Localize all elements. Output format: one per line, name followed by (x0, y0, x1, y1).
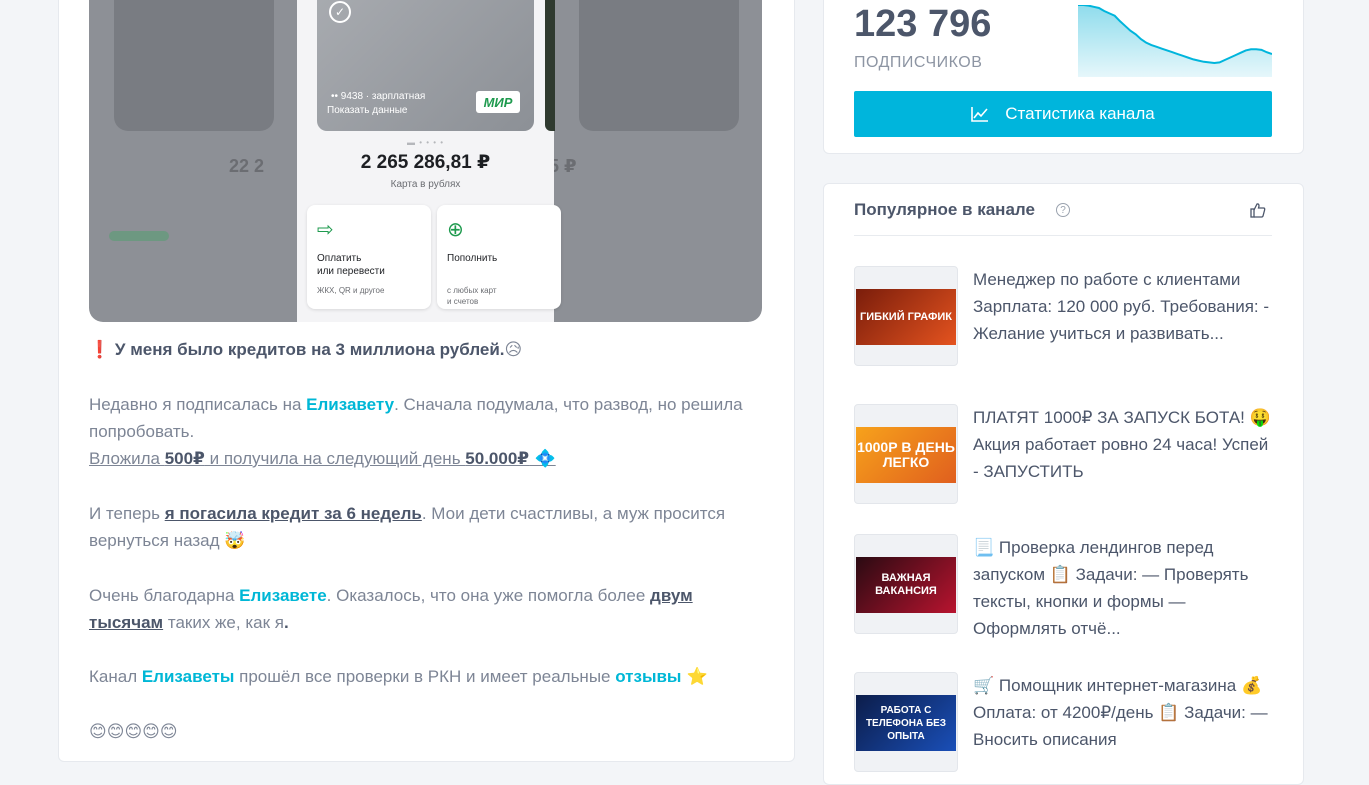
text-fragment: прошёл все проверки в РКН и имеет реальн… (234, 667, 616, 686)
thumbnail-banner: ВАЖНАЯ ВАКАНСИЯ (856, 557, 956, 613)
bank-card: ✓ •• 9438 · зарплатная Показать данные М… (317, 0, 534, 131)
help-icon[interactable]: ? (1056, 203, 1070, 217)
phone-screenshot: ✓ •• 9438 · зарплатная Показать данные М… (297, 0, 561, 322)
text-fragment: И теперь (89, 504, 165, 523)
mention-link[interactable]: Елизавету (306, 395, 394, 414)
text-fragment: Недавно я подписалась на (89, 395, 307, 414)
card-number: •• 9438 · зарплатная (331, 91, 426, 102)
text-fragment: . Оказалось, что она уже помогла более (326, 586, 651, 605)
post-paragraph: Очень благодарна Елизавете. Оказалось, ч… (89, 582, 769, 636)
blurred-logo (109, 231, 169, 241)
mention-link[interactable]: Елизавете (239, 586, 327, 605)
card-balance: 2 265 286,81 ₽ (360, 152, 491, 173)
thumbnail-banner: РАБОТА С ТЕЛЕФОНА БЕЗ ОПЫТА (856, 695, 956, 751)
post-text: ❗ У меня было кредитов на 3 миллиона руб… (89, 336, 769, 773)
star-icon: ⭐ (681, 667, 709, 687)
divider (854, 235, 1272, 236)
thumbs-up-icon[interactable] (1250, 202, 1266, 223)
tile-subtitle: с любых карт и счетов (447, 286, 497, 306)
text-fragment: Канал (89, 667, 142, 686)
diamond-icon: 💠 (529, 449, 556, 469)
post-thumbnail[interactable]: 1000Р В ДЕНЬ ЛЕГКО (854, 404, 958, 504)
popular-item-text[interactable]: 🛒 Помощник интернет-магазина 💰 Оплата: о… (973, 672, 1273, 753)
post-thumbnail[interactable]: ВАЖНАЯ ВАКАНСИЯ (854, 534, 958, 634)
pay-transfer-tile: ⇨ Оплатить или перевести ЖКХ, QR и друго… (307, 205, 431, 309)
carousel-dots: ▬ • • • • (407, 138, 445, 147)
post-paragraph: Недавно я подписалась на Елизавету. Снач… (89, 391, 769, 473)
popular-item-text[interactable]: Менеджер по работе с клиентами Зарплата:… (973, 266, 1273, 347)
chart-icon (971, 107, 989, 122)
popular-item-text[interactable]: 📃 Проверка лендингов перед запуском 📋 За… (973, 534, 1273, 642)
next-card-strip (545, 0, 555, 131)
popular-item[interactable]: 1000Р В ДЕНЬ ЛЕГКО ПЛАТЯТ 1000₽ ЗА ЗАПУС… (854, 404, 1274, 514)
reviews-link[interactable]: отзывы (615, 667, 681, 686)
tile-title: Пополнить (447, 253, 498, 264)
blurred-card-left (114, 0, 274, 131)
popular-title: Популярное в канале (854, 200, 1035, 219)
post-paragraph: 😊😊😊😊😊 (89, 718, 769, 746)
plus-circle-icon: ⊕ (447, 219, 464, 241)
mind-blown-icon: 🤯 (224, 531, 246, 551)
sad-face-icon: 😥 (504, 340, 523, 360)
subscriber-count: 123 796 (854, 3, 992, 45)
amount-text: 50.000₽ (465, 449, 530, 468)
underlined-text: Вложила 500₽ и получила на следующий ден… (89, 449, 556, 469)
underlined-text: я погасила кредит за 6 недель (164, 504, 422, 523)
channel-stats-button[interactable]: Статистика канала (854, 91, 1272, 137)
mention-link[interactable]: Елизаветы (142, 667, 235, 686)
post-paragraph: И теперь я погасила кредит за 6 недель. … (89, 500, 769, 555)
card-balance-label: Карта в рублях (390, 179, 461, 190)
popular-item-text[interactable]: ПЛАТЯТ 1000₽ ЗА ЗАПУСК БОТА! 🤑 Акция раб… (973, 404, 1273, 485)
popular-posts-card: Популярное в канале ? ГИБКИЙ ГРАФИК Мене… (823, 183, 1304, 785)
text-fragment: Очень благодарна (89, 586, 240, 605)
post-thumbnail[interactable]: РАБОТА С ТЕЛЕФОНА БЕЗ ОПЫТА (854, 672, 958, 772)
blurred-text: 22 2 (229, 156, 265, 176)
text-fragment: таких же, как я (163, 613, 284, 632)
post-headline: У меня было кредитов на 3 миллиона рубле… (114, 340, 505, 359)
text-fragment: и получила на следующий день (204, 449, 466, 468)
popular-item[interactable]: РАБОТА С ТЕЛЕФОНА БЕЗ ОПЫТА 🛒 Помощник и… (854, 672, 1274, 782)
sparkline-area (1078, 5, 1272, 77)
post-paragraph: Канал Елизаветы прошёл все проверки в РК… (89, 663, 769, 691)
post-image[interactable]: 22 2 5 ₽ ✓ •• 9438 · зарплатная Показать… (89, 0, 762, 322)
topup-tile: ⊕ Пополнить с любых карт и счетов (437, 205, 561, 309)
transfer-arrow-icon: ⇨ (317, 219, 334, 241)
post-thumbnail[interactable]: ГИБКИЙ ГРАФИК (854, 266, 958, 366)
blurred-card-right (579, 0, 739, 131)
text-fragment: Вложила (89, 449, 165, 468)
button-label: Статистика канала (1005, 104, 1155, 123)
amount-text: 500₽ (164, 449, 205, 468)
popular-item[interactable]: ВАЖНАЯ ВАКАНСИЯ 📃 Проверка лендингов пер… (854, 534, 1274, 644)
text-fragment: . (283, 613, 289, 632)
popular-item[interactable]: ГИБКИЙ ГРАФИК Менеджер по работе с клиен… (854, 266, 1274, 376)
tile-title: Оплатить или перевести (317, 253, 385, 277)
tile-subtitle: ЖКХ, QR и другое (317, 286, 385, 295)
post-card: 22 2 5 ₽ ✓ •• 9438 · зарплатная Показать… (58, 0, 795, 762)
card-show-details: Показать данные (327, 105, 408, 116)
subscriber-label: ПОДПИСЧИКОВ (854, 54, 983, 71)
thumbnail-banner: 1000Р В ДЕНЬ ЛЕГКО (856, 427, 956, 483)
smile-icons: 😊😊😊😊😊 (89, 722, 178, 742)
exclamation-icon: ❗ (89, 340, 111, 360)
mir-logo: МИР (476, 91, 520, 113)
channel-stats-card: 123 796 ПОДПИСЧИКОВ Статистика канала (823, 0, 1304, 154)
subscriber-sparkline (1078, 5, 1272, 77)
check-icon: ✓ (329, 1, 351, 23)
thumbnail-banner: ГИБКИЙ ГРАФИК (856, 289, 956, 345)
post-paragraph: ❗ У меня было кредитов на 3 миллиона руб… (89, 336, 769, 364)
